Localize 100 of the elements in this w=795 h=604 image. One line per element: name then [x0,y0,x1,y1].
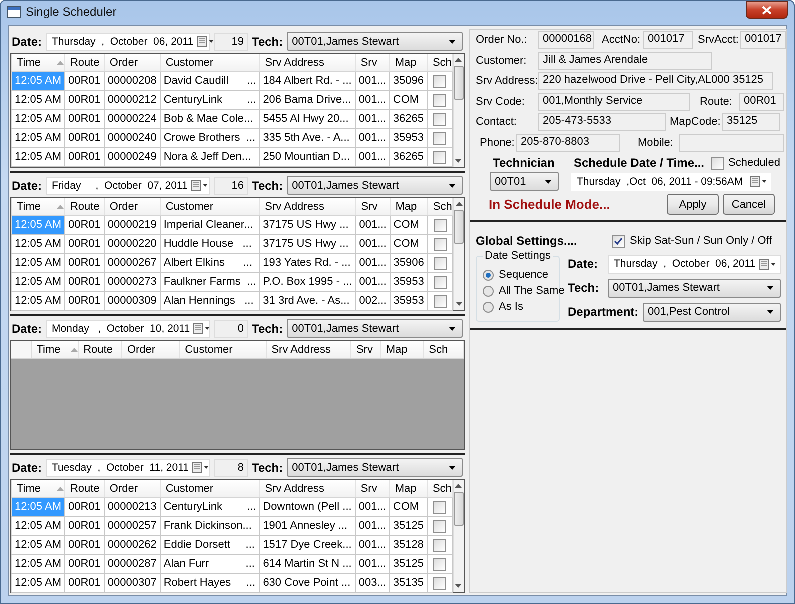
table-cell: Eddie Dorsett ... [160,536,260,554]
column-header[interactable]: Route [78,341,122,358]
column-header[interactable]: Route [64,480,104,498]
schedule-date-picker[interactable]: Thursday ,Oct 06, 2011 - 09:56AM [571,172,771,190]
column-header[interactable]: Route [64,54,104,72]
radio-option[interactable]: Sequence [483,267,549,283]
checkbox[interactable] [710,156,724,170]
column-header[interactable]: Map [380,341,424,358]
column-header[interactable]: Time [12,480,65,498]
text-field[interactable]: 001017 [740,31,786,49]
close-button[interactable] [746,1,788,19]
column-header[interactable]: Order [104,480,160,498]
column-header[interactable]: Time [31,341,78,358]
calendar-dropdown-icon[interactable] [193,323,212,334]
column-header[interactable]: Srv Address [260,198,356,216]
text-field[interactable]: 205-473-5533 [538,113,666,131]
checkbox[interactable] [433,94,446,106]
department-dropdown[interactable]: 001,Pest Control [643,302,781,322]
column-header[interactable]: Customer [160,54,260,72]
column-header[interactable]: Order [104,198,160,216]
calendar-dropdown-icon[interactable] [190,180,209,191]
column-header[interactable]: Map [390,198,428,216]
table-cell: 00R01 [64,216,104,234]
text-field[interactable] [679,134,784,152]
text-field[interactable]: 205-870-8803 [516,134,620,152]
text-field[interactable]: 001,Monthly Service [538,92,690,110]
text-field[interactable]: Jill & James Arendale [538,52,712,70]
table-cell: Alan Hennings ... [160,292,260,310]
table-cell: 614 Martin St N ... [260,554,356,574]
column-header[interactable]: Map [390,480,428,498]
tech-dropdown[interactable]: 00T01,James Stewart [287,32,463,51]
calendar-dropdown-icon[interactable] [750,176,768,187]
column-header[interactable]: Customer [160,480,260,498]
column-header[interactable]: Sch [424,341,464,358]
date-picker[interactable]: Tuesday , October 11, 2011 [46,458,210,476]
checkbox[interactable] [433,74,446,88]
column-header[interactable]: Map [390,54,428,72]
text-field[interactable]: 00R01 [739,92,784,110]
column-header[interactable]: Order [122,341,180,358]
table-cell: 12:05 AM [12,234,65,254]
checkbox[interactable] [433,132,446,144]
column-header[interactable]: Srv [350,341,381,358]
checkbox[interactable] [434,276,447,288]
calendar-dropdown-icon[interactable] [192,462,210,473]
checkbox[interactable] [433,500,446,514]
tech-dropdown[interactable]: 00T01,James Stewart [287,458,463,477]
checkbox[interactable] [433,558,446,570]
text-field[interactable]: 00000168 [538,31,594,49]
column-header[interactable]: Sch [427,480,452,498]
scroll-down-icon[interactable] [455,584,462,588]
radio-option[interactable]: As Is [483,299,524,315]
column-header[interactable]: Srv Address [266,341,351,358]
date-picker[interactable]: Monday , October 10, 2011 [46,320,210,338]
column-header[interactable]: Srv Address [260,480,356,498]
apply-button[interactable]: Apply [667,194,719,215]
checkbox[interactable] [433,520,446,532]
column-header[interactable]: Sch [427,54,452,72]
tech-dropdown[interactable]: 00T01,James Stewart [287,176,463,195]
tech-dropdown[interactable]: 00T01,James Stewart [608,278,781,298]
checkbox[interactable] [612,234,625,248]
column-header[interactable]: Customer [160,198,260,216]
column-header[interactable]: Route [64,198,104,216]
scrollbar[interactable] [452,480,464,592]
scroll-up-icon[interactable] [455,58,462,62]
column-header[interactable]: Srv [355,54,390,72]
scrollbar[interactable] [452,54,464,167]
column-header[interactable]: Time [12,54,65,72]
column-header[interactable]: Customer [180,341,266,358]
column-header[interactable]: Order [104,54,160,72]
date-picker[interactable]: Friday , October 07, 2011 [46,176,210,194]
text-field[interactable]: 220 hazelwood Drive - Pell City,AL000 35125 [538,72,773,90]
text-field[interactable]: 35125 [722,113,780,131]
scroll-up-icon[interactable] [456,202,463,206]
calendar-dropdown-icon[interactable] [196,36,215,47]
checkbox[interactable] [434,218,447,232]
checkbox[interactable] [433,150,446,164]
checkbox[interactable] [433,576,446,590]
column-header[interactable]: Srv Address [260,54,356,72]
table-cell: 00R01 [64,292,104,310]
checkbox[interactable] [434,256,447,270]
checkbox[interactable] [433,112,446,126]
radio-option[interactable]: All The Same [483,283,565,299]
text-field[interactable]: 001017 [643,31,693,49]
column-header[interactable]: Sch [428,198,453,216]
checkbox[interactable] [434,294,447,308]
column-header[interactable]: Srv [355,480,390,498]
scroll-down-icon[interactable] [456,302,463,306]
date-picker[interactable]: Thursday , October 06, 2011 [608,254,781,274]
checkbox[interactable] [433,538,446,552]
column-header[interactable]: Srv [356,198,390,216]
scroll-up-icon[interactable] [455,484,462,488]
tech-label: Tech: [252,178,284,192]
cancel-button[interactable]: Cancel [723,194,775,215]
technician-dropdown[interactable]: 00T01 [490,172,559,191]
scrollbar[interactable] [453,198,464,310]
column-header[interactable]: Time [12,198,65,216]
scroll-down-icon[interactable] [455,159,462,163]
tech-dropdown[interactable]: 00T01,James Stewart [287,319,463,338]
checkbox[interactable] [434,238,447,250]
calendar-dropdown-icon[interactable] [759,258,777,270]
